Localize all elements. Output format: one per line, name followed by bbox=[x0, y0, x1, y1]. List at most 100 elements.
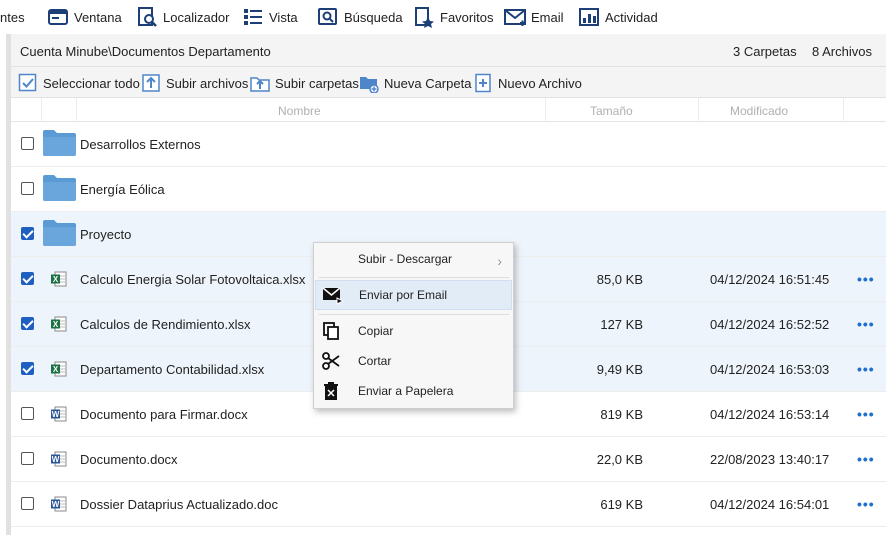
checkbox-checked-icon bbox=[18, 73, 37, 92]
context-menu: Subir - Descargar › Enviar por Email Cop… bbox=[313, 242, 514, 409]
ctx-cut[interactable]: Cortar bbox=[315, 346, 512, 376]
menu-item-label: Búsqueda bbox=[344, 9, 403, 25]
row-checkbox[interactable] bbox=[21, 227, 34, 240]
upload-folder-icon bbox=[250, 77, 270, 92]
select-all-button[interactable]: Seleccionar todo bbox=[18, 72, 140, 94]
file-name[interactable]: Calculo Energia Solar Fotovoltaica.xlsx bbox=[80, 272, 305, 287]
menu-item-vista[interactable]: Vista bbox=[242, 0, 298, 34]
row-checkbox[interactable] bbox=[21, 497, 34, 510]
upload-files-button[interactable]: Subir archivos bbox=[141, 72, 248, 94]
upload-folders-button[interactable]: Subir carpetas bbox=[250, 72, 359, 94]
column-modified[interactable]: Modificado bbox=[730, 104, 788, 118]
upload-files-label: Subir archivos bbox=[166, 75, 249, 91]
ctx-copy-label: Copiar bbox=[358, 324, 394, 338]
file-name[interactable]: Documento para Firmar.docx bbox=[80, 407, 248, 422]
file-name[interactable]: Departamento Contabilidad.xlsx bbox=[80, 362, 264, 377]
file-size: 22,0 KB bbox=[596, 452, 643, 467]
email-icon bbox=[504, 9, 526, 26]
file-name[interactable]: Dossier Dataprius Actualizado.doc bbox=[80, 497, 278, 512]
folder-icon bbox=[43, 175, 76, 204]
new-folder-button[interactable]: Nueva Carpeta bbox=[359, 72, 471, 94]
menu-item-localizador[interactable]: Localizador bbox=[136, 0, 230, 34]
menu-item-clipped[interactable]: ntes bbox=[0, 0, 25, 34]
file-modified: 04/12/2024 16:53:14 bbox=[710, 407, 830, 422]
folder-row[interactable]: Desarrollos Externos bbox=[11, 122, 886, 167]
ctx-separator bbox=[319, 277, 509, 278]
more-options-icon[interactable]: ••• bbox=[857, 496, 875, 512]
menu-item-label: Email bbox=[531, 9, 564, 25]
ctx-send-email-label: Enviar por Email bbox=[359, 288, 448, 302]
more-options-icon[interactable]: ••• bbox=[857, 316, 875, 332]
menu-item-actividad[interactable]: Actividad bbox=[578, 0, 658, 34]
row-checkbox[interactable] bbox=[21, 272, 34, 285]
file-name[interactable]: Calculos de Rendimiento.xlsx bbox=[80, 317, 251, 332]
row-checkbox[interactable] bbox=[21, 407, 34, 420]
file-name[interactable]: Proyecto bbox=[80, 227, 131, 242]
excel-file-icon: X bbox=[51, 271, 67, 290]
more-options-icon[interactable]: ••• bbox=[857, 271, 875, 287]
file-name[interactable]: Documento.docx bbox=[80, 452, 178, 467]
file-size: 9,49 KB bbox=[596, 362, 643, 377]
file-name[interactable]: Energía Eólica bbox=[80, 182, 165, 197]
file-name[interactable]: Desarrollos Externos bbox=[80, 137, 201, 152]
scissors-icon bbox=[322, 352, 340, 370]
column-size[interactable]: Tamaño bbox=[590, 104, 633, 118]
select-all-label: Seleccionar todo bbox=[43, 75, 140, 91]
view-icon bbox=[244, 9, 262, 25]
file-row[interactable]: W Dossier Dataprius Actualizado.doc 619 KB… bbox=[11, 482, 886, 527]
svg-text:W: W bbox=[52, 500, 60, 509]
breadcrumb: Cuenta Minube\Documentos Departamento bbox=[20, 44, 271, 59]
file-modified: 22/08/2023 13:40:17 bbox=[710, 452, 830, 467]
file-size: 819 KB bbox=[600, 407, 643, 422]
menu-item-label: Ventana bbox=[74, 9, 122, 25]
path-bar: Cuenta Minube\Documentos Departamento 3 … bbox=[11, 34, 886, 67]
menu-item-label: ntes bbox=[0, 9, 25, 25]
row-checkbox[interactable] bbox=[21, 182, 34, 195]
column-separator bbox=[843, 98, 844, 122]
ctx-copy[interactable]: Copiar bbox=[315, 316, 512, 346]
more-options-icon[interactable]: ••• bbox=[857, 361, 875, 377]
more-options-icon[interactable]: ••• bbox=[857, 451, 875, 467]
ctx-upload-download[interactable]: Subir - Descargar › bbox=[315, 244, 512, 274]
menu-item-label: Localizador bbox=[163, 9, 230, 25]
menu-item-favoritos[interactable]: Favoritos bbox=[413, 0, 493, 34]
files-count: 8 Archivos bbox=[812, 44, 872, 59]
svg-text:X: X bbox=[53, 320, 59, 329]
copy-icon bbox=[323, 322, 339, 340]
send-email-icon bbox=[322, 287, 344, 305]
menu-bar: ntes Ventana Localizador Vista Búsqueda … bbox=[0, 0, 886, 34]
file-row[interactable]: W Documento.docx 22,0 KB 22/08/2023 13:40:1… bbox=[11, 437, 886, 482]
column-separator bbox=[76, 98, 77, 122]
new-file-button[interactable]: Nuevo Archivo bbox=[473, 72, 582, 94]
ctx-trash-label: Enviar a Papelera bbox=[358, 384, 454, 398]
menu-item-busqueda[interactable]: Búsqueda bbox=[317, 0, 403, 34]
new-folder-icon bbox=[360, 77, 379, 93]
menu-item-label: Actividad bbox=[605, 9, 658, 25]
column-separator bbox=[41, 98, 42, 122]
word-file-icon: W bbox=[51, 406, 67, 425]
column-name[interactable]: Nombre bbox=[278, 104, 321, 118]
excel-file-icon: X bbox=[51, 361, 67, 380]
row-checkbox[interactable] bbox=[21, 137, 34, 150]
file-modified: 04/12/2024 16:53:03 bbox=[710, 362, 830, 377]
folders-count: 3 Carpetas bbox=[733, 44, 797, 59]
row-checkbox[interactable] bbox=[21, 362, 34, 375]
ctx-trash[interactable]: Enviar a Papelera bbox=[315, 376, 512, 406]
file-modified: 04/12/2024 16:52:52 bbox=[710, 317, 830, 332]
folder-row[interactable]: Energía Eólica bbox=[11, 167, 886, 212]
more-options-icon[interactable]: ••• bbox=[857, 406, 875, 422]
locator-icon bbox=[138, 7, 157, 27]
row-checkbox[interactable] bbox=[21, 452, 34, 465]
file-modified: 04/12/2024 16:51:45 bbox=[710, 272, 830, 287]
row-checkbox[interactable] bbox=[21, 317, 34, 330]
upload-folders-label: Subir carpetas bbox=[275, 75, 359, 91]
word-file-icon: W bbox=[51, 451, 67, 470]
trash-icon bbox=[324, 382, 338, 400]
column-separator bbox=[698, 98, 699, 122]
menu-item-email[interactable]: Email bbox=[504, 0, 564, 34]
column-header: Nombre Tamaño Modificado bbox=[11, 98, 886, 122]
file-size: 127 KB bbox=[600, 317, 643, 332]
svg-text:W: W bbox=[52, 455, 60, 464]
menu-item-ventana[interactable]: Ventana bbox=[47, 0, 122, 34]
ctx-send-email[interactable]: Enviar por Email bbox=[315, 280, 512, 310]
